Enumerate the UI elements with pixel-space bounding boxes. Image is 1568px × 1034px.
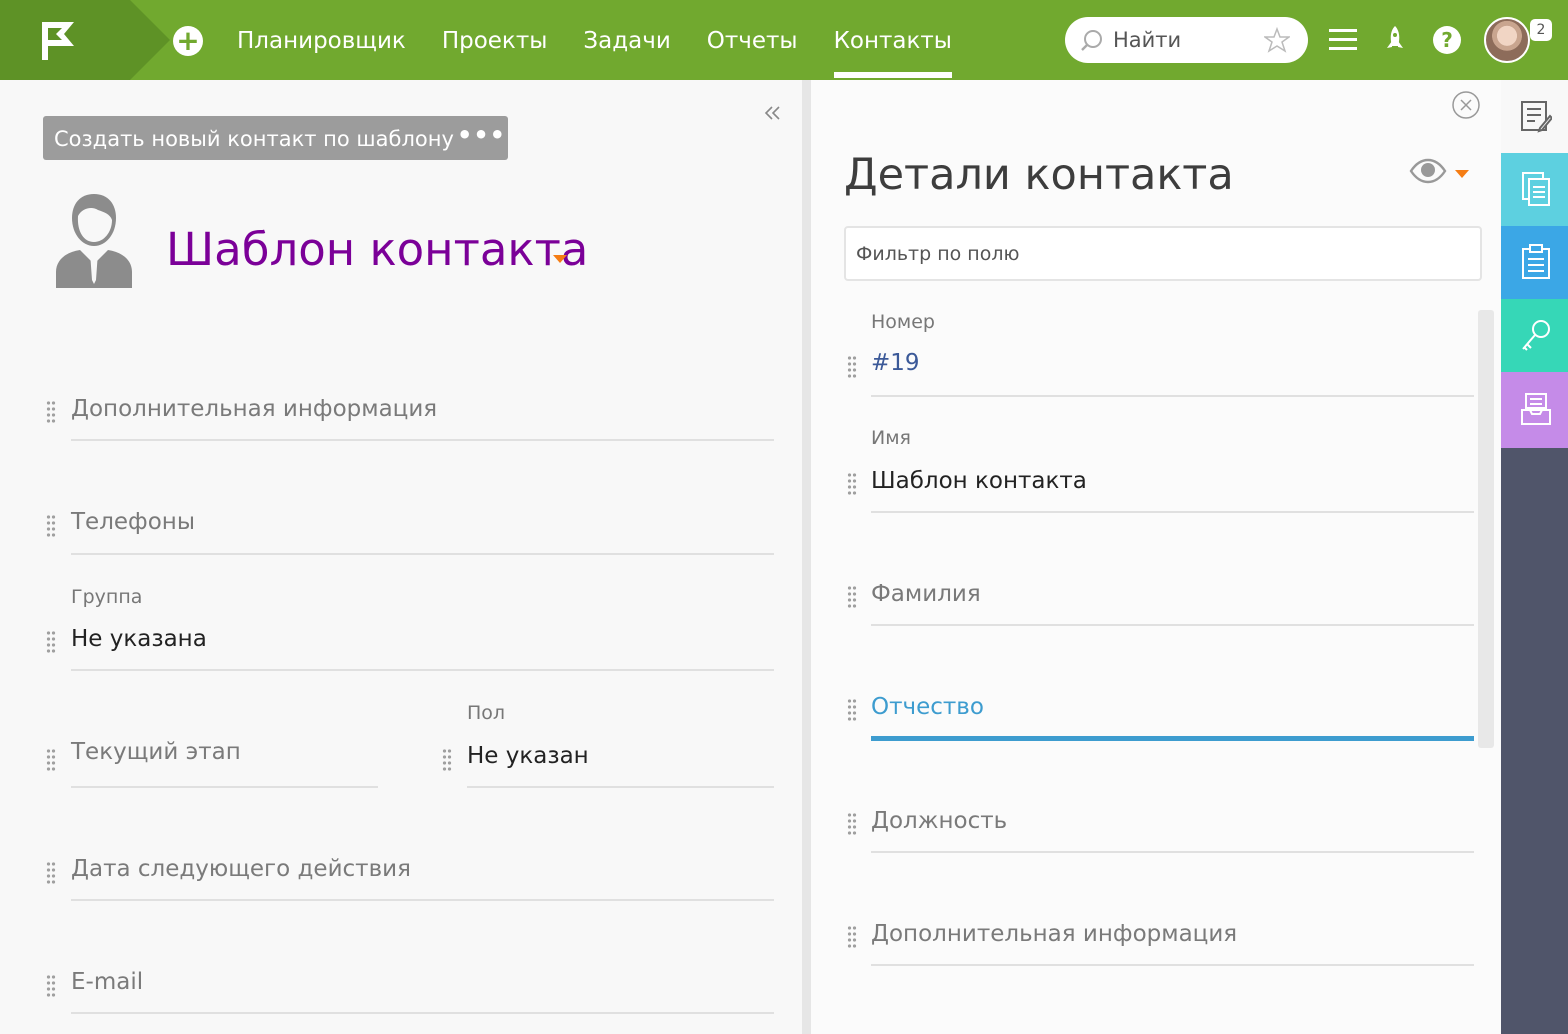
nav-item-reports[interactable]: Отчеты: [707, 0, 798, 80]
add-icon[interactable]: +: [173, 26, 203, 56]
panel-divider[interactable]: [802, 80, 811, 1034]
star-icon[interactable]: [1264, 27, 1290, 53]
drag-handle-icon[interactable]: [46, 514, 56, 538]
drag-handle-icon[interactable]: [847, 585, 857, 609]
scrollbar[interactable]: [1478, 310, 1494, 748]
search-input[interactable]: [1113, 25, 1263, 55]
details-title: Детали контакта: [844, 150, 1234, 200]
drag-handle-icon[interactable]: [46, 974, 56, 998]
visibility-dropdown-caret-icon[interactable]: [1455, 170, 1469, 178]
field-underline: [71, 669, 774, 671]
drag-handle-icon[interactable]: [847, 698, 857, 722]
main-nav: Планировщик Проекты Задачи Отчеты Контак…: [237, 0, 953, 80]
create-from-template-button[interactable]: Создать новый контакт по шаблону: [43, 116, 465, 160]
sidebar-tab-documents[interactable]: [1501, 153, 1568, 226]
field-label: Дата следующего действия: [71, 856, 411, 882]
top-bar: + Планировщик Проекты Задачи Отчеты Конт…: [0, 0, 1568, 80]
field-underline: [871, 395, 1474, 397]
drag-handle-icon[interactable]: [46, 748, 56, 772]
drag-handle-icon[interactable]: [46, 861, 56, 885]
field-label: Дополнительная информация: [871, 921, 1238, 947]
notification-badge[interactable]: 2: [1530, 19, 1552, 41]
field-filter-input[interactable]: [844, 226, 1482, 281]
field-label: Телефоны: [71, 509, 195, 535]
field-label: Текущий этап: [71, 739, 241, 765]
search-icon: [1081, 30, 1102, 51]
field-underline: [467, 786, 774, 788]
field-label: Отчество: [871, 694, 984, 720]
field-label: Номер: [871, 311, 935, 333]
drag-handle-icon[interactable]: [46, 630, 56, 654]
drag-handle-icon[interactable]: [442, 748, 452, 772]
menu-icon[interactable]: [1326, 23, 1360, 57]
documents-icon: [1522, 172, 1550, 206]
field-value: Шаблон контакта: [871, 468, 1087, 494]
contact-details-panel: Детали контакта Номер #19 Имя Шаблон кон…: [811, 80, 1501, 1034]
field-label: Должность: [871, 808, 1008, 834]
rocket-icon[interactable]: [1378, 23, 1412, 57]
field-underline: [871, 851, 1474, 853]
edit-note-icon: [1521, 101, 1552, 133]
svg-text:?: ?: [1441, 28, 1453, 52]
logo-flag-icon[interactable]: [40, 20, 80, 62]
drag-handle-icon[interactable]: [46, 400, 56, 424]
sidebar-tab-access[interactable]: [1501, 299, 1568, 372]
key-icon: [1522, 320, 1550, 351]
help-icon[interactable]: ?: [1430, 23, 1464, 57]
field-underline-active: [871, 736, 1474, 741]
drag-handle-icon[interactable]: [847, 812, 857, 836]
nav-item-projects[interactable]: Проекты: [442, 0, 548, 80]
field-underline: [871, 624, 1474, 626]
title-dropdown-caret-icon[interactable]: [553, 255, 567, 263]
field-underline: [71, 553, 774, 555]
field-label: Имя: [871, 427, 911, 449]
field-underline: [871, 964, 1474, 966]
eye-icon[interactable]: [1409, 158, 1447, 184]
nav-item-tasks[interactable]: Задачи: [583, 0, 670, 80]
nav-item-planner[interactable]: Планировщик: [237, 0, 406, 80]
contact-main-panel: Создать новый контакт по шаблону ••• Шаб…: [0, 80, 802, 1034]
sidebar-tab-edit[interactable]: [1501, 80, 1568, 153]
nav-item-contacts[interactable]: Контакты: [833, 0, 953, 80]
sidebar-tab-inbox[interactable]: [1501, 372, 1568, 448]
field-underline: [71, 786, 378, 788]
drag-handle-icon[interactable]: [847, 472, 857, 496]
user-avatar[interactable]: [1484, 17, 1530, 63]
search-box[interactable]: [1065, 17, 1308, 63]
collapse-panel-icon[interactable]: [762, 102, 784, 124]
field-underline: [71, 439, 774, 441]
field-label: Группа: [71, 586, 143, 608]
field-label: Дополнительная информация: [71, 396, 438, 422]
field-value: Не указана: [71, 626, 207, 652]
field-value: Не указан: [467, 743, 589, 769]
inbox-icon: [1521, 393, 1551, 425]
drag-handle-icon[interactable]: [847, 355, 857, 379]
field-underline: [71, 1012, 774, 1014]
drag-handle-icon[interactable]: [847, 925, 857, 949]
sidebar-tab-clipboard[interactable]: [1501, 226, 1568, 299]
close-icon[interactable]: [1451, 90, 1481, 120]
logo-arrow: [130, 0, 170, 80]
field-label: Фамилия: [871, 581, 981, 607]
contact-title: Шаблон контакта: [166, 223, 589, 276]
contact-person-icon: [56, 194, 132, 288]
contact-number-link[interactable]: #19: [871, 350, 920, 376]
field-underline: [71, 899, 774, 901]
field-underline: [871, 511, 1474, 513]
field-label: Пол: [467, 702, 506, 724]
more-actions-button[interactable]: •••: [455, 116, 508, 160]
clipboard-icon: [1522, 244, 1550, 279]
field-label: E-mail: [71, 969, 144, 995]
